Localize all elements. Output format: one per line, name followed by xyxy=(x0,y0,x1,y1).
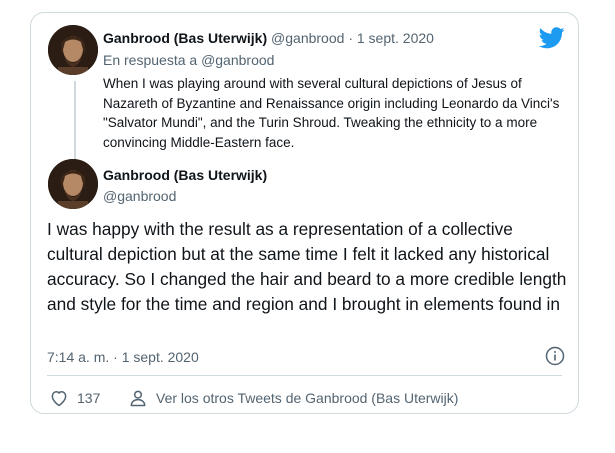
parent-tweet-header: Ganbrood (Bas Uterwijk) @ganbrood · 1 se… xyxy=(103,30,434,46)
reply-context: En respuesta a @ganbrood xyxy=(103,52,274,68)
avatar[interactable] xyxy=(48,159,98,209)
tweet-date[interactable]: 1 sept. 2020 xyxy=(357,30,434,46)
author-name[interactable]: Ganbrood (Bas Uterwijk) xyxy=(103,30,267,46)
author-handle[interactable]: @ganbrood xyxy=(103,188,176,204)
parent-tweet-text: When I was playing around with several c… xyxy=(103,76,560,150)
avatar[interactable] xyxy=(48,25,98,75)
tweet-timestamp[interactable]: 7:14 a. m. · 1 sept. 2020 xyxy=(47,349,199,365)
view-other-tweets-link[interactable]: Ver los otros Tweets de Ganbrood (Bas Ut… xyxy=(156,390,458,406)
divider xyxy=(47,375,562,376)
reply-handle[interactable]: @ganbrood xyxy=(201,52,274,68)
reply-prefix: En respuesta a xyxy=(103,52,198,68)
embedded-tweet-card: Ganbrood (Bas Uterwijk) @ganbrood · 1 se… xyxy=(30,12,579,414)
heart-icon[interactable] xyxy=(49,388,69,408)
thread-connector-line xyxy=(74,81,76,161)
separator: · xyxy=(348,30,353,46)
person-icon xyxy=(130,390,146,407)
author-name[interactable]: Ganbrood (Bas Uterwijk) xyxy=(103,167,267,183)
twitter-bird-icon[interactable] xyxy=(539,27,565,49)
author-handle[interactable]: @ganbrood xyxy=(271,30,344,46)
like-count[interactable]: 137 xyxy=(77,390,100,406)
info-icon[interactable] xyxy=(545,346,565,366)
main-tweet-text: I was happy with the result as a represe… xyxy=(47,219,567,314)
